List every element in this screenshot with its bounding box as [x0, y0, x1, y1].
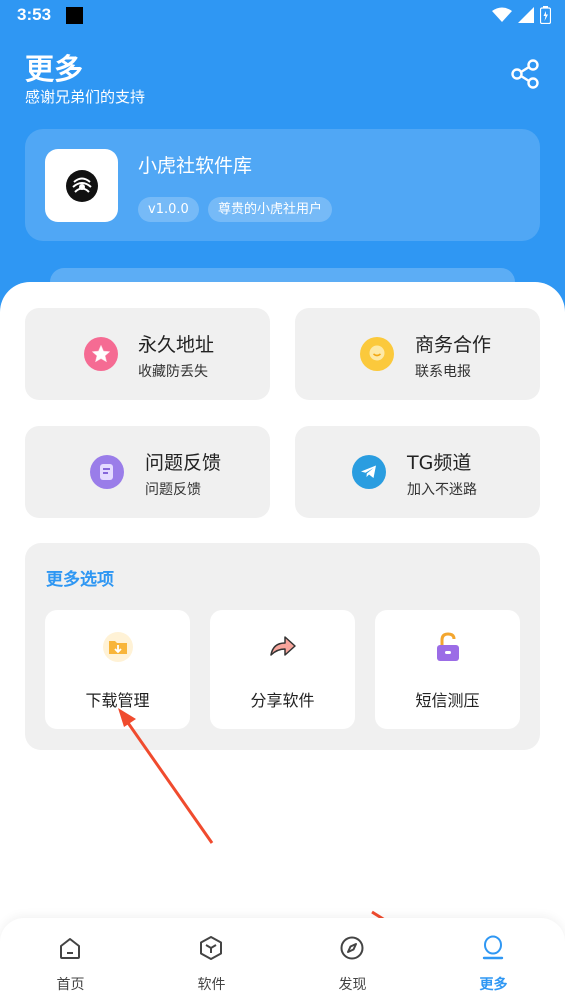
tab-label: 发现	[338, 977, 367, 993]
user-icon	[482, 935, 504, 960]
option-label: 短信测压	[415, 691, 480, 710]
tab-label: 软件	[197, 977, 226, 993]
bottom-tab-bar: 首页 软件 发现 更多	[0, 918, 565, 1004]
unlock-icon	[431, 630, 465, 664]
tile-subtitle: 收藏防丢失	[138, 364, 208, 380]
user-badge: 尊贵的小虎社用户	[208, 197, 333, 222]
signal-icon	[518, 7, 534, 23]
tile-tg-channel[interactable]: TG频道 加入不迷路	[295, 426, 540, 518]
tile-title: 问题反馈	[145, 452, 222, 474]
app-name: 小虎社软件库	[138, 155, 253, 177]
download-manager-button[interactable]: 下载管理	[45, 610, 190, 729]
tab-more[interactable]: 更多	[423, 918, 564, 1004]
chat-bubble-icon	[360, 337, 394, 371]
status-time: 3:53	[17, 5, 52, 24]
battery-icon	[540, 6, 551, 24]
telegram-icon	[352, 455, 386, 489]
share-icon	[511, 59, 539, 89]
status-bar: 3:53	[0, 0, 565, 32]
tile-permanent-address[interactable]: 永久地址 收藏防丢失	[25, 308, 270, 400]
feedback-icon	[90, 455, 124, 489]
tab-home[interactable]: 首页	[0, 918, 141, 1004]
tile-title: 永久地址	[138, 334, 215, 356]
notification-icon	[66, 7, 83, 24]
tile-subtitle: 加入不迷路	[407, 482, 477, 498]
cube-icon	[200, 936, 222, 960]
share-arrow-icon	[266, 630, 300, 664]
share-button[interactable]	[509, 58, 541, 90]
sms-test-button[interactable]: 短信测压	[375, 610, 520, 729]
download-folder-icon	[101, 630, 135, 664]
tile-title: TG频道	[407, 452, 472, 474]
version-badge: v1.0.0	[138, 197, 199, 222]
tiger-logo-icon	[65, 169, 98, 202]
profile-card[interactable]: 小虎社软件库 v1.0.0 尊贵的小虎社用户	[25, 129, 540, 241]
tab-discover[interactable]: 发现	[282, 918, 423, 1004]
tile-subtitle: 问题反馈	[145, 482, 201, 498]
option-label: 下载管理	[85, 691, 150, 710]
tile-business[interactable]: 商务合作 联系电报	[295, 308, 540, 400]
wifi-icon	[492, 7, 512, 22]
compass-icon	[340, 936, 364, 960]
status-icons	[492, 6, 551, 24]
tile-title: 商务合作	[415, 334, 492, 356]
more-options-title: 更多选项	[46, 570, 114, 590]
share-software-button[interactable]: 分享软件	[210, 610, 355, 729]
tab-label: 更多	[479, 977, 508, 993]
tab-software[interactable]: 软件	[141, 918, 282, 1004]
tile-subtitle: 联系电报	[415, 364, 471, 380]
tile-feedback[interactable]: 问题反馈 问题反馈	[25, 426, 270, 518]
app-logo	[45, 149, 118, 222]
tab-label: 首页	[56, 977, 85, 993]
page-title: 更多	[25, 52, 84, 86]
option-label: 分享软件	[250, 691, 315, 710]
more-options-panel: 更多选项 下载管理 分享软件 短信测压	[25, 543, 540, 750]
home-icon	[60, 938, 80, 959]
page-subtitle: 感谢兄弟们的支持	[25, 88, 146, 106]
star-icon	[84, 337, 118, 371]
